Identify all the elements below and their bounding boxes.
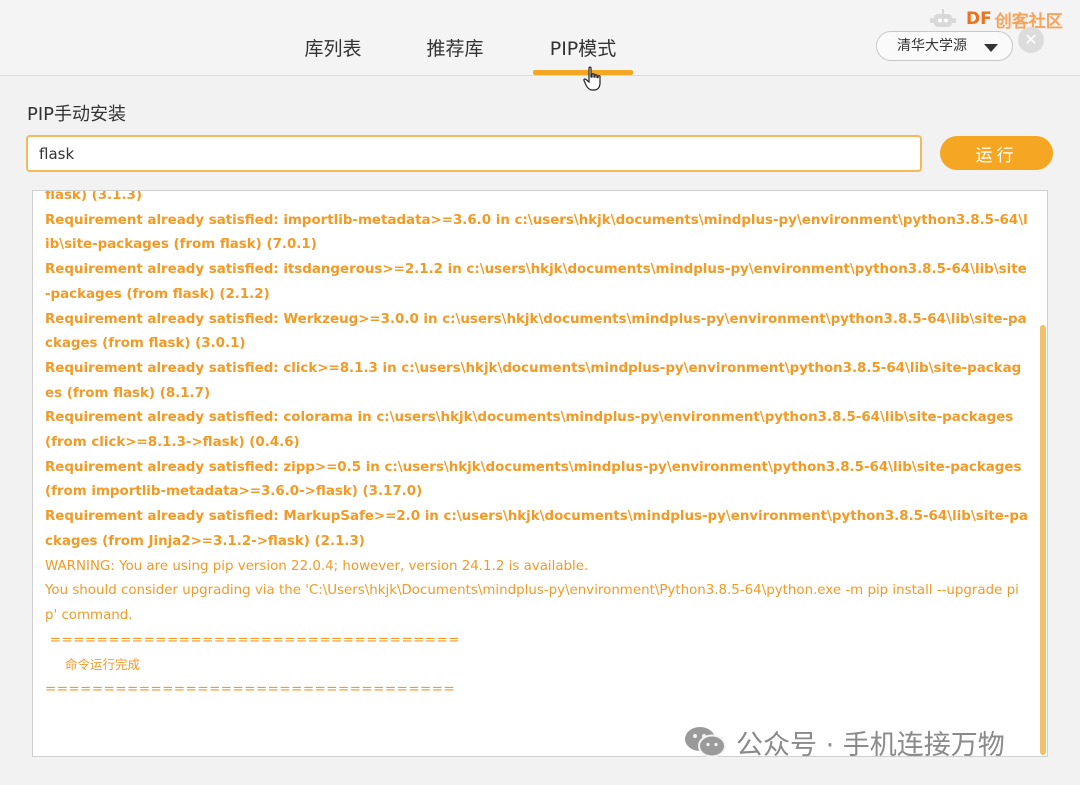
header-bar: 库列表 推荐库 PIP模式 DF 创客社区 清华大学源 ✕ (0, 0, 1080, 91)
output-scrollbar-thumb[interactable] (1040, 325, 1046, 755)
output-line: WARNING: You are using pip version 22.0.… (45, 558, 589, 574)
output-separator-bottom: =================================== (45, 682, 456, 698)
output-separator-top: =================================== (45, 632, 460, 648)
df-community-logo: DF 创客社区 (928, 6, 1063, 32)
robot-logo-icon (930, 9, 956, 27)
output-console[interactable]: flask) (3.1.3) Requirement already satis… (32, 190, 1048, 757)
mirror-source-value: 清华大学源 (897, 38, 967, 54)
output-line: You should consider upgrading via the 'C… (45, 583, 1019, 623)
run-button[interactable]: 运行 (940, 136, 1053, 170)
section-title: PIP手动安装 (27, 104, 127, 125)
output-line: Requirement already satisfied: click>=8.… (45, 360, 1022, 401)
output-line: Requirement already satisfied: importlib… (45, 212, 1028, 253)
output-line: Requirement already satisfied: colorama … (45, 410, 1018, 451)
pip-install-window: 库列表 推荐库 PIP模式 DF 创客社区 清华大学源 ✕ PIP手动安装 fl… (0, 0, 1080, 785)
tab-recommended[interactable]: 推荐库 (415, 34, 495, 76)
hand-cursor-icon (583, 66, 601, 91)
output-line: Requirement already satisfied: itsdanger… (45, 262, 1027, 302)
output-line: Requirement already satisfied: Werkzeug>… (45, 311, 1027, 352)
wechat-icon (685, 727, 726, 758)
mirror-source-select[interactable]: 清华大学源 (876, 31, 1013, 61)
tab-library-list[interactable]: 库列表 (293, 34, 373, 76)
output-line: flask) (3.1.3) (45, 190, 142, 203)
watermark: 公众号 · 手机连接万物 (684, 724, 1005, 761)
pip-command-input[interactable] (26, 135, 922, 172)
watermark-text: 公众号 · 手机连接万物 (736, 729, 1005, 761)
close-icon: ✕ (1024, 30, 1038, 49)
logo-df-text: DF (966, 9, 992, 29)
output-done-message: 命令运行完成 (65, 657, 141, 673)
output-line: Requirement already satisfied: MarkupSaf… (45, 509, 1028, 549)
chevron-down-icon (984, 44, 998, 52)
close-button[interactable]: ✕ (1018, 27, 1044, 53)
output-line: Requirement already satisfied: zipp>=0.5… (45, 459, 1027, 500)
output-log: flask) (3.1.3) Requirement already satis… (45, 190, 1029, 703)
